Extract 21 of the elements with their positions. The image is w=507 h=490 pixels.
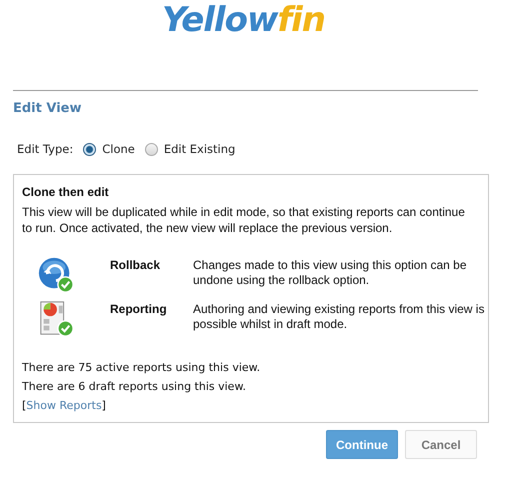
radio-label[interactable]: Edit Existing	[164, 142, 236, 156]
panel-title: Clone then edit	[22, 184, 110, 200]
report-count: There are 6 draft reports using this view.	[22, 379, 247, 394]
panel-description: This view will be duplicated while in edit mode, so that existing reports can continue to run. Once activated, the new view will replace the previous version.	[22, 204, 466, 236]
show-reports-link[interactable]: Show Reports	[26, 399, 102, 412]
feature-name: Reporting	[110, 301, 168, 317]
feature-description: Changes made to this view using this option can be undone using the rollback option.	[193, 257, 468, 288]
bracket: ]	[102, 399, 106, 412]
page-heading: Edit View	[13, 100, 82, 117]
radio-button[interactable]	[144, 142, 158, 156]
continue-button[interactable]: Continue	[326, 430, 398, 459]
bracket: [	[22, 399, 26, 412]
cancel-button[interactable]: Cancel	[405, 430, 477, 459]
feature-description: Authoring and viewing existing reports from this view is possible whilst in draft mode.	[193, 301, 486, 332]
logo: Yellowfin	[162, 0, 326, 40]
report-count: There are 75 active reports using this view.	[22, 360, 262, 375]
radio-button[interactable]	[83, 142, 96, 156]
field-label: Edit Type:	[17, 142, 74, 156]
feature-name: Rollback	[110, 257, 162, 273]
radio-label[interactable]: Clone	[102, 142, 135, 156]
rollback-icon	[37, 256, 75, 294]
